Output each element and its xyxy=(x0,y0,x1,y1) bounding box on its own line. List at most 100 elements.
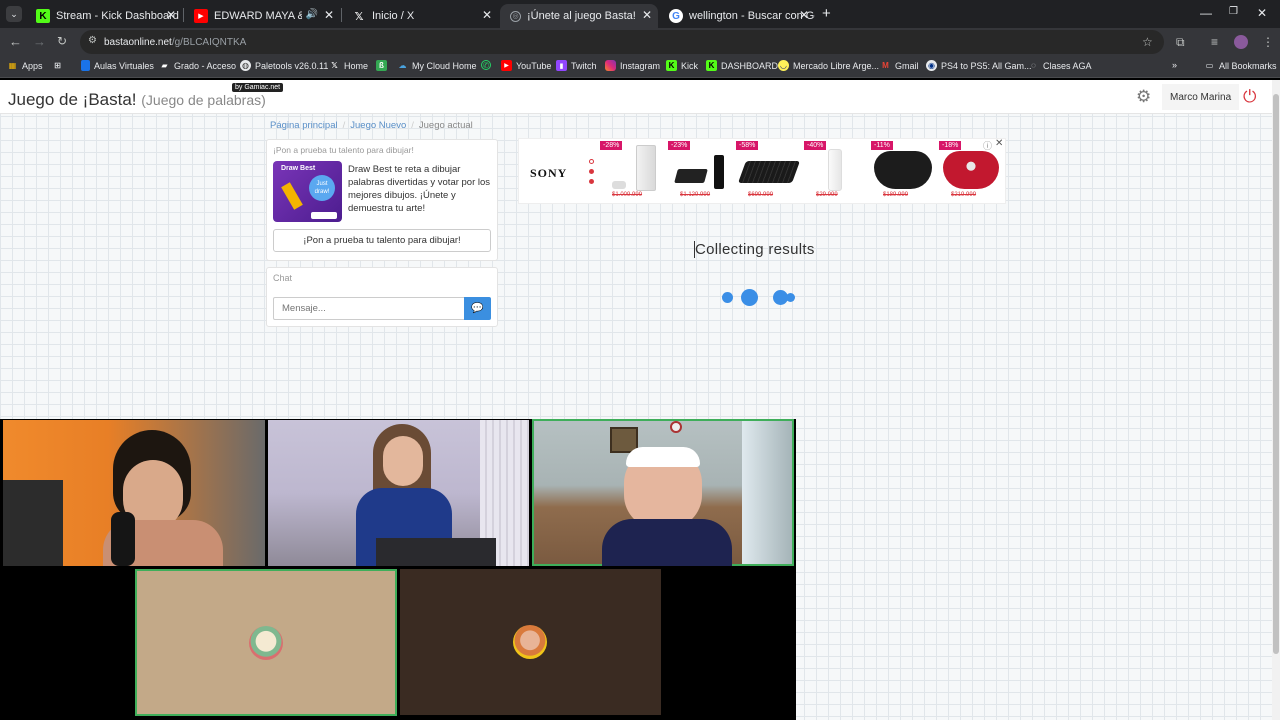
gamiac-badge[interactable]: by Gamiac.net xyxy=(232,83,284,92)
video-tile-5-camera-off[interactable] xyxy=(400,569,661,715)
ad-close-icon[interactable]: ✕ xyxy=(995,138,1003,149)
bookmark-grid[interactable]: ⊞ xyxy=(52,60,67,71)
bookmark-gmail[interactable]: M Gmail xyxy=(880,60,918,71)
close-tab-icon[interactable]: ✕ xyxy=(799,8,809,22)
ps5-console-image xyxy=(636,145,656,191)
close-tab-icon[interactable]: ✕ xyxy=(642,8,652,22)
ad-product-ps5-slim[interactable]: -23% $1.129.999 xyxy=(668,141,730,201)
chat-label: Chat xyxy=(273,273,293,283)
user-menu[interactable]: Marco Marina xyxy=(1162,84,1240,110)
tab-youtube-music[interactable]: ▶ EDWARD MAYA & VIKA JIGULINA 🔊 ✕ xyxy=(184,4,340,28)
all-bookmarks[interactable]: ▭ All Bookmarks xyxy=(1204,60,1277,71)
kick-icon: K xyxy=(706,60,717,71)
send-message-button[interactable]: 💬 xyxy=(464,297,491,320)
ad-price: $1.009.999 xyxy=(612,192,643,198)
close-tab-icon[interactable]: ✕ xyxy=(166,8,176,22)
bookmark-ps4-to-ps5[interactable]: ◉ PS4 to PS5: All Gam... xyxy=(926,60,1032,71)
controller-image xyxy=(612,181,626,189)
ad-info-icon[interactable]: ⓘ xyxy=(983,139,992,152)
bookmarks-overflow-icon[interactable]: » xyxy=(1172,60,1177,70)
discount-badge: -28% xyxy=(600,141,623,150)
bookmark-dashboard[interactable]: K DASHBOARD xyxy=(706,60,778,71)
draw-best-image[interactable]: Draw Best Just draw! xyxy=(273,161,342,222)
tab-title: wellington - Buscar con Google xyxy=(689,10,815,22)
draw-challenge-button[interactable]: ¡Pon a prueba tu talento para dibujar! xyxy=(273,229,491,252)
bookmark-paletools[interactable]: ◍ Paletools v26.0.11 xyxy=(240,60,328,71)
ad-product-keyboard[interactable]: -58% $699.999 xyxy=(736,141,801,201)
participant-avatar xyxy=(249,626,283,660)
ad-product-ps5[interactable]: -28% $1.009.999 xyxy=(600,141,662,201)
site-info-icon[interactable]: ⚙ xyxy=(88,35,97,46)
bookmark-my-cloud-home[interactable]: ☁ My Cloud Home xyxy=(397,60,477,71)
address-bar[interactable]: bastaonline.net/g/BLCAIQNTKA xyxy=(80,30,1164,54)
ad-price: $219.999 xyxy=(951,192,977,198)
menu-icon[interactable]: ⋮ xyxy=(1262,35,1274,49)
media-controls-icon[interactable]: ≡ xyxy=(1211,35,1218,49)
profile-avatar[interactable] xyxy=(1234,35,1248,49)
ad-carousel-dot[interactable] xyxy=(589,159,594,164)
bookmark-twitch[interactable]: ▮ Twitch xyxy=(556,60,597,71)
tab-title: ¡Únete al juego Basta! xyxy=(527,10,636,22)
person-shirt xyxy=(602,519,732,566)
close-window-icon[interactable]: ✕ xyxy=(1257,6,1267,20)
address-path: /g/BLCAIQNTKA xyxy=(171,36,247,48)
discount-badge: -18% xyxy=(939,141,962,150)
bookmark-aulas-virtuales[interactable]: Aulas Virtuales xyxy=(81,60,154,71)
bookmark-kick[interactable]: K Kick xyxy=(666,60,698,71)
draw-best-footer xyxy=(311,212,337,219)
reload-icon[interactable]: ↻ xyxy=(57,34,67,48)
tab-kick-dashboard[interactable]: K Stream - Kick Dashboard ✕ xyxy=(26,4,182,28)
tab-title: Stream - Kick Dashboard xyxy=(56,10,179,22)
bookmark-whatsapp[interactable]: ✆ xyxy=(481,60,495,70)
ad-carousel-dot[interactable] xyxy=(589,169,594,174)
ad-product-charger[interactable]: -40% $29.999 xyxy=(804,141,866,201)
video-tile-4-camera-off[interactable] xyxy=(135,569,397,716)
charging-station-image xyxy=(828,149,842,191)
bookmark-grado-acceso[interactable]: ▰ Grado - Acceso xyxy=(159,60,236,71)
new-tab-button[interactable]: + xyxy=(822,5,831,22)
audio-playing-icon[interactable]: 🔊 xyxy=(306,9,318,20)
ad-product-dualsense-black[interactable]: -11% $189.999 xyxy=(871,141,933,201)
bookmark-mercado-libre[interactable]: ◡ Mercado Libre Arge... xyxy=(778,60,879,71)
minimize-icon[interactable]: — xyxy=(1200,6,1212,20)
bookmark-apps[interactable]: ▦ Apps xyxy=(7,60,43,71)
close-tab-icon[interactable]: ✕ xyxy=(324,8,334,22)
power-icon[interactable]: ⏻ xyxy=(1243,87,1256,107)
scrollbar-thumb[interactable] xyxy=(1273,94,1279,654)
chat-message-input[interactable] xyxy=(273,297,465,320)
bookmark-star-icon[interactable]: ☆ xyxy=(1142,35,1153,49)
whatsapp-icon: ✆ xyxy=(481,60,491,70)
forward-icon[interactable]: → xyxy=(33,34,46,49)
ad-price: $29.999 xyxy=(816,192,838,198)
restore-icon[interactable]: ❐ xyxy=(1229,6,1238,17)
close-tab-icon[interactable]: ✕ xyxy=(482,8,492,22)
globe-icon: ◎ xyxy=(510,10,521,22)
page-title[interactable]: Juego de ¡Basta! (Juego de palabras) xyxy=(8,90,266,110)
breadcrumb-new-game[interactable]: Juego Nuevo xyxy=(350,120,406,131)
bookmark-clases-aga[interactable]: ◌ Clases AGA xyxy=(1028,60,1091,71)
tab-title: EDWARD MAYA & VIKA JIGULINA xyxy=(214,10,302,22)
tab-google-search[interactable]: G wellington - Buscar con Google ✕ xyxy=(659,4,815,28)
video-tile-1[interactable] xyxy=(3,420,265,566)
extensions-icon[interactable]: ⧉ xyxy=(1176,35,1185,50)
ad-carousel-dot[interactable] xyxy=(589,179,594,184)
kick-icon: K xyxy=(666,60,677,71)
gear-icon[interactable]: ⚙ xyxy=(1136,88,1154,106)
back-icon[interactable]: ← xyxy=(9,34,22,49)
toolbar: ← → ↻ bastaonline.net/g/BLCAIQNTKA xyxy=(0,28,1280,56)
breadcrumb-home[interactable]: Página principal xyxy=(270,120,338,131)
video-tile-2[interactable] xyxy=(268,420,529,566)
breadcrumb-current-game: Juego actual xyxy=(418,120,473,131)
graduation-icon: ▰ xyxy=(161,61,168,70)
video-tile-3-speaking[interactable] xyxy=(532,419,794,566)
bookmark-x-home[interactable]: 𝕏 Home xyxy=(329,60,368,71)
tab-title: Inicio / X xyxy=(372,10,415,22)
tab-basta-game[interactable]: ◎ ¡Únete al juego Basta! ✕ xyxy=(500,4,658,28)
tab-search-icon[interactable]: ⌄ xyxy=(6,6,22,22)
bookmark-unnamed[interactable]: ß xyxy=(376,60,391,71)
console-slim-image xyxy=(674,169,708,183)
bookmark-youtube[interactable]: ▶ YouTube xyxy=(501,60,551,71)
tab-x-home[interactable]: 𝕏 Inicio / X ✕ xyxy=(342,4,498,28)
bookmark-instagram[interactable]: Instagram xyxy=(605,60,660,71)
window-shape xyxy=(742,421,792,564)
